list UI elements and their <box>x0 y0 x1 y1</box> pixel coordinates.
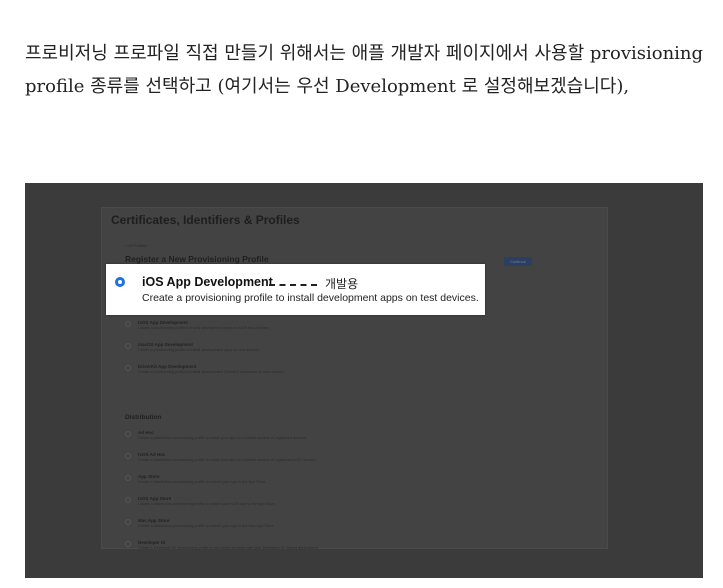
breadcrumb[interactable]: < All Profiles <box>125 243 147 248</box>
radio-button[interactable] <box>125 365 131 371</box>
option-name: tvOS Ad Hoc <box>138 452 166 457</box>
radio-button[interactable] <box>125 475 131 481</box>
option-description: Create a distribution provisioning profi… <box>138 502 276 506</box>
option-description: Create a provisioning profile to install… <box>138 348 260 352</box>
option-name: App Store <box>138 474 160 479</box>
radio-button[interactable] <box>125 497 131 503</box>
annotation-dashed-line <box>269 284 317 286</box>
section-title: Register a New Provisioning Profile <box>125 254 269 264</box>
radio-button[interactable] <box>125 519 131 525</box>
option-description: Create a provisioning profile to install… <box>138 326 270 330</box>
option-name: Ad Hoc <box>138 430 154 435</box>
option-name: tvOS App Development <box>138 320 188 325</box>
radio-button[interactable] <box>125 541 131 547</box>
option-name: DriverKit App Development <box>138 364 197 369</box>
option-name: macOS App Development <box>138 342 193 347</box>
radio-selected-icon[interactable] <box>115 277 125 287</box>
option-description: Create a distribution provisioning profi… <box>138 458 317 462</box>
radio-button[interactable] <box>125 431 131 437</box>
page-title: Certificates, Identifiers & Profiles <box>111 213 300 227</box>
option-description: Create a Developer ID provisioning profi… <box>138 546 320 550</box>
option-description: Create a provisioning profile to install… <box>142 292 479 304</box>
annotation-label: 개발용 <box>325 277 359 291</box>
option-description: Create a distribution provisioning profi… <box>138 436 308 440</box>
option-description: Create a provisioning profile to install… <box>138 370 285 374</box>
developer-portal-screenshot: Certificates, Identifiers & Profiles < A… <box>25 183 703 578</box>
option-name: iOS App Development <box>142 275 273 289</box>
article-paragraph: 프로비저닝 프로파일 직접 만들기 위해서는 애플 개발자 페이지에서 사용할 … <box>25 43 704 97</box>
profiles-panel: Certificates, Identifiers & Profiles < A… <box>101 207 608 550</box>
continue-button[interactable]: Continue <box>504 257 532 266</box>
radio-button[interactable] <box>125 321 131 327</box>
option-description: Create a distribution provisioning profi… <box>138 524 275 528</box>
option-name: Mac App Store <box>138 518 170 523</box>
option-description: Create a distribution provisioning profi… <box>138 480 267 484</box>
option-name: tvOS App Store <box>138 496 172 501</box>
highlighted-option-ios-app-development[interactable]: iOS App Development 개발용 Create a provisi… <box>106 264 485 315</box>
radio-button[interactable] <box>125 453 131 459</box>
radio-button[interactable] <box>125 343 131 349</box>
distribution-heading: Distribution <box>125 414 162 421</box>
option-name: Developer ID <box>138 540 166 545</box>
